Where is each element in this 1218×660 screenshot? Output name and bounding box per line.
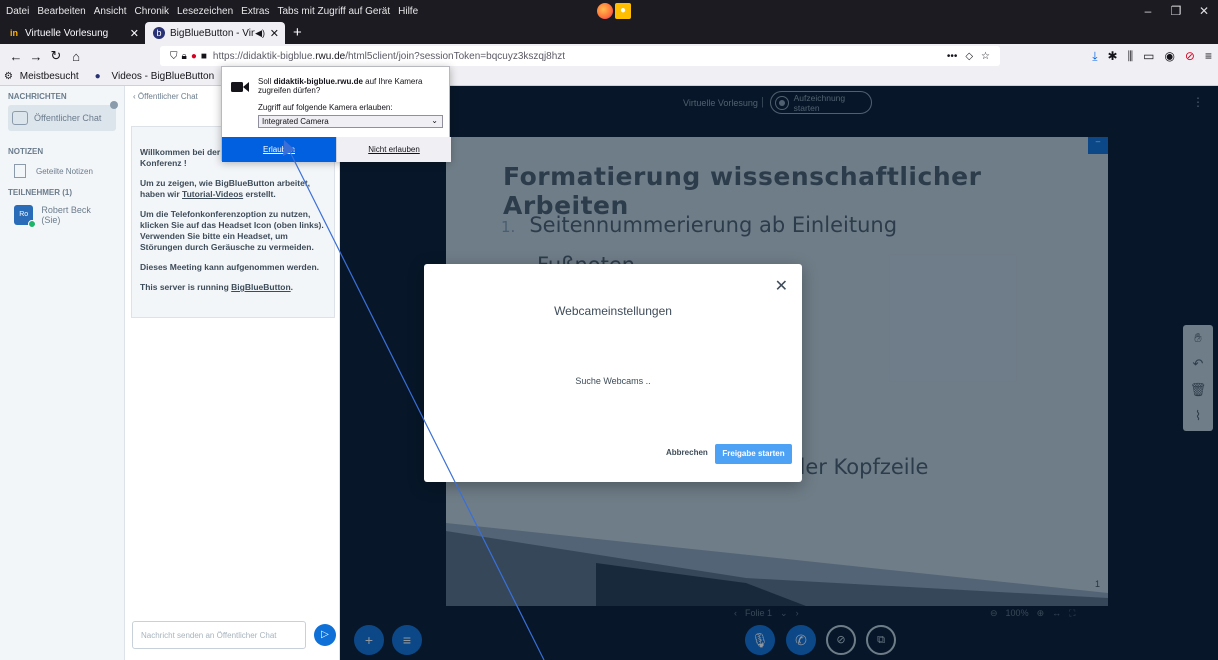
chat-input[interactable]: Nachricht senden an Öffentlicher Chat [132, 621, 306, 649]
bbb-icon: b [153, 27, 165, 39]
menu-hilfe[interactable]: Hilfe [394, 6, 422, 17]
participant-item[interactable]: Ro Robert Beck (Sie) [0, 201, 124, 229]
minimize-button[interactable]: – [1134, 0, 1162, 22]
shared-notes-item[interactable]: Geteilte Notizen [0, 160, 124, 182]
microphone-indicator-icon[interactable]: ● [615, 3, 631, 19]
tab-bigbluebutton[interactable]: b BigBlueButton - Virtuelle Vo ◀) ✕ [145, 22, 285, 44]
menu-extras[interactable]: Extras [237, 6, 273, 17]
extensions-icon[interactable]: ✱ [1108, 49, 1118, 63]
welcome-line-3a: Um die Telefonkonferenzoption zu nutzen,… [140, 209, 324, 230]
home-button[interactable]: ⌂ [66, 49, 86, 64]
deny-button[interactable]: Nicht erlauben [336, 137, 451, 162]
welcome-line-1b: Konferenz ! [140, 158, 187, 168]
welcome-line-1: Willkommen bei der V [140, 147, 229, 157]
bookmark-meistbesucht[interactable]: ⚙ Meistbesucht [0, 71, 87, 82]
back-button[interactable]: ← [6, 49, 26, 64]
camera-permission-icon[interactable]: ■ [201, 51, 207, 62]
menu-chronik[interactable]: Chronik [131, 6, 173, 17]
toolbar-right: ⤓ ✱ ⫼ ▭ ◉ ⊘ ≡ [1092, 44, 1212, 68]
menu-datei[interactable]: Datei [0, 6, 33, 17]
tab-label: Virtuelle Vorlesung [25, 27, 109, 39]
chat-icon [12, 111, 28, 125]
library-icon[interactable]: ⫼ [1128, 49, 1134, 64]
menu-lesezeichen[interactable]: Lesezeichen [173, 6, 237, 17]
lock-icon[interactable]: 🔒︎ [182, 51, 187, 62]
menu-bearbeiten[interactable]: Bearbeiten [33, 6, 89, 17]
welcome-line-4: Dieses Meeting kann aufgenommen werden. [140, 262, 320, 272]
public-chat-label: Öffentlicher Chat [34, 113, 102, 123]
bookmark-star-icon[interactable]: ☆ [981, 51, 990, 62]
tab-bar: in Virtuelle Vorlesung ✕ b BigBlueButton… [0, 22, 1218, 44]
bookmark-videos-bbb[interactable]: ● Videos - BigBlueButton [87, 71, 223, 82]
forward-button[interactable]: → [26, 49, 46, 64]
welcome-line-3b: Verwenden Sie bitte ein Headset, um Stör… [140, 231, 314, 252]
maximize-button[interactable]: ❐ [1162, 0, 1190, 22]
ilias-icon: in [10, 28, 18, 38]
microphone-permission-icon[interactable]: ● [191, 51, 197, 62]
account-icon[interactable]: ◉ [1164, 49, 1174, 63]
chat-panel: ‹ Öffentlicher Chat Willkommen bei der V… [125, 86, 340, 660]
chevron-down-icon: ⌄ [431, 116, 438, 125]
user-list-panel: NACHRICHTEN Öffentlicher Chat NOTIZEN Ge… [0, 86, 125, 660]
webcam-settings-modal: ✕ Webcameinstellungen Suche Webcams .. A… [424, 264, 802, 482]
participant-name: Robert Beck (Sie) [41, 205, 91, 225]
navigation-bar: ← → ↻ ⌂ ⛉ 🔒︎ ● ■ https://didaktik-bigblu… [0, 44, 1218, 68]
bigbluebutton-link[interactable]: BigBlueButton [231, 282, 291, 292]
cancel-button[interactable]: Abbrechen [666, 448, 708, 457]
window-controls: – ❐ ✕ [1134, 0, 1218, 22]
close-icon[interactable]: ✕ [270, 27, 279, 40]
url-bar[interactable]: ⛉ 🔒︎ ● ■ https://didaktik-bigblue.rwu.de… [160, 46, 1000, 66]
permission-question: Soll didaktik-bigblue.rwu.de auf Ihre Ka… [258, 77, 423, 95]
participants-gear-icon[interactable] [110, 101, 118, 109]
close-window-button[interactable]: ✕ [1190, 0, 1218, 22]
menu-ansicht[interactable]: Ansicht [90, 6, 131, 17]
url-actions: ••• ◇ ☆ [947, 51, 990, 62]
close-icon[interactable]: ✕ [775, 276, 788, 296]
url-status-icons: ⛉ 🔒︎ ● ■ [160, 51, 213, 62]
camera-select-label: Zugriff auf folgende Kamera erlauben: [258, 103, 393, 112]
url-text[interactable]: https://didaktik-bigblue.rwu.de/html5cli… [213, 51, 565, 62]
firefox-logo-icon [597, 3, 613, 19]
speaker-icon[interactable]: ◀) [255, 28, 265, 39]
reload-button[interactable]: ↻ [46, 48, 66, 64]
page-actions-icon[interactable]: ••• [947, 51, 958, 62]
welcome-line-5a: This server is running [140, 282, 232, 292]
menu-tabs-device[interactable]: Tabs mit Zugriff auf Gerät [274, 6, 395, 17]
tutorial-videos-link[interactable]: Tutorial-Videos [182, 189, 243, 199]
audio-status-icon [28, 220, 37, 228]
close-icon[interactable]: ✕ [130, 27, 139, 40]
start-sharing-button[interactable]: Freigabe starten [715, 444, 792, 464]
camera-icon [231, 82, 249, 92]
addon-icon[interactable]: ⊘ [1185, 49, 1195, 63]
new-tab-button[interactable]: + [285, 22, 310, 44]
camera-select[interactable]: Integrated Camera ⌄ [258, 115, 443, 128]
public-chat-item[interactable]: Öffentlicher Chat [8, 105, 116, 131]
shield-icon[interactable]: ⛉ [170, 51, 178, 62]
download-icon[interactable]: ⤓ [1092, 49, 1097, 64]
welcome-line-2b: erstellt. [243, 189, 276, 199]
modal-title: Webcameinstellungen [554, 304, 672, 318]
shared-notes-label: Geteilte Notizen [36, 166, 93, 176]
tab-label: BigBlueButton - Virtuelle Vo [170, 27, 255, 39]
modal-status: Suche Webcams .. [575, 376, 651, 386]
camera-permission-popup: Soll didaktik-bigblue.rwu.de auf Ihre Ka… [221, 66, 451, 162]
tab-virtuelle-vorlesung[interactable]: in Virtuelle Vorlesung ✕ [0, 22, 145, 44]
pocket-icon[interactable]: ◇ [965, 51, 973, 62]
notes-icon [14, 164, 26, 178]
bookmarks-bar: ⚙ Meistbesucht ● Videos - BigBlueButton [0, 68, 1218, 86]
sidebar-icon[interactable]: ▭ [1143, 49, 1154, 63]
send-button[interactable]: ▷ [314, 624, 336, 646]
avatar: Ro [14, 205, 37, 228]
messages-header: NACHRICHTEN [8, 92, 67, 101]
allow-button[interactable]: Erlauben [222, 137, 336, 162]
participants-header: TEILNEHMER (1) [8, 188, 72, 197]
notes-header: NOTIZEN [8, 147, 44, 156]
menu-bar: Datei Bearbeiten Ansicht Chronik Lesezei… [0, 0, 1218, 22]
menu-icon[interactable]: ≡ [1205, 49, 1212, 63]
